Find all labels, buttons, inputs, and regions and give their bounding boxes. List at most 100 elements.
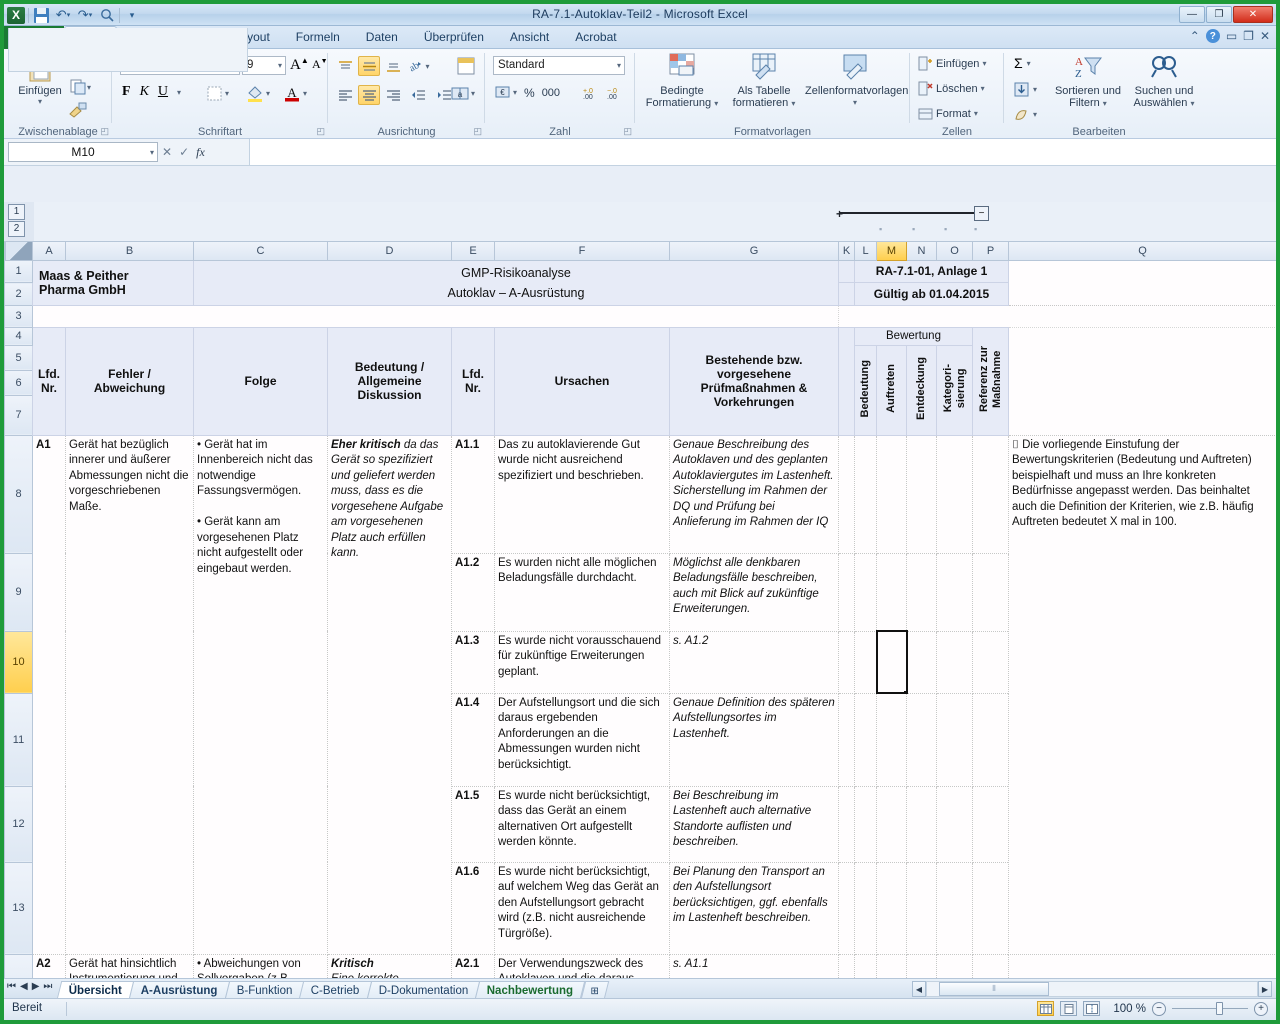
- align-top-icon[interactable]: [334, 56, 356, 76]
- cell-row3b[interactable]: [839, 305, 1277, 327]
- cell-A2-bedeutung[interactable]: Kritisch Eine korrekte Instrumentierung …: [328, 954, 452, 978]
- sheet-tab-a-ausruestung[interactable]: A-Ausrüstung: [129, 981, 230, 999]
- cell-A2.1-ursache[interactable]: Der Verwendungszweck des Autoklaven und …: [495, 954, 670, 978]
- cell-header-ursachen[interactable]: Ursachen: [495, 327, 670, 435]
- restore-window-icon[interactable]: ❐: [1243, 29, 1254, 43]
- column-header-O[interactable]: O: [937, 242, 973, 260]
- shrink-font-icon[interactable]: A▼: [312, 57, 328, 72]
- cell-M11[interactable]: [877, 693, 907, 786]
- cell-A1.3-ursache[interactable]: Es wurde nicht vorausschauend für zukünf…: [495, 631, 670, 693]
- tab-formeln[interactable]: Formeln: [283, 26, 353, 49]
- cell-N13[interactable]: [907, 862, 937, 954]
- cell-P12[interactable]: [973, 786, 1009, 862]
- minimize-ribbon-icon[interactable]: ⌃: [1190, 29, 1200, 43]
- number-format-combo[interactable]: Standard: [493, 56, 625, 75]
- cell-K14[interactable]: [839, 954, 855, 978]
- align-left-icon[interactable]: [334, 85, 356, 105]
- cell-A1.6-ursache[interactable]: Es wurde nicht berücksichtigt, auf welch…: [495, 862, 670, 954]
- column-header-C[interactable]: C: [194, 242, 328, 260]
- column-header-P[interactable]: P: [973, 242, 1009, 260]
- scroll-thumb[interactable]: ⦀: [939, 982, 1049, 996]
- row-header-1[interactable]: 1: [5, 260, 33, 283]
- prev-sheet-icon[interactable]: ◀: [20, 981, 28, 992]
- cell-N8[interactable]: [907, 435, 937, 553]
- row-header-next[interactable]: [5, 954, 33, 978]
- cell-styles-button[interactable]: Zellenformatvorlagen ▾: [805, 53, 905, 109]
- borders-icon[interactable]: ▾: [207, 86, 229, 101]
- cell-Q-header[interactable]: [1009, 327, 1277, 435]
- cell-P11[interactable]: [973, 693, 1009, 786]
- italic-button[interactable]: K: [140, 84, 149, 100]
- cell-A1.1-nr[interactable]: A1.1: [452, 435, 495, 553]
- cell-header-auftreten[interactable]: Auftreten: [877, 345, 907, 435]
- cell-A1.6-massnahme[interactable]: Bei Planung den Transport an den Aufstel…: [670, 862, 839, 954]
- column-header-E[interactable]: E: [452, 242, 495, 260]
- cell-L11[interactable]: [855, 693, 877, 786]
- page-layout-view-icon[interactable]: [1060, 1001, 1077, 1016]
- outline-level-buttons[interactable]: 1 2: [8, 204, 30, 238]
- cell-Q-note[interactable]: ⌷ Die vorliegende Einstufung der Bewertu…: [1009, 435, 1277, 954]
- cell-header-referenz[interactable]: Referenz zurMaßnahme: [973, 327, 1009, 435]
- cell-A2-folge[interactable]: • Abweichungen von Sollvorgaben (z.B. Te…: [194, 954, 328, 978]
- autosum-icon[interactable]: Σ▾: [1014, 55, 1031, 71]
- cell-N12[interactable]: [907, 786, 937, 862]
- font-color-icon[interactable]: A ▾: [284, 84, 307, 102]
- column-header-G[interactable]: G: [670, 242, 839, 260]
- number-dialog-launcher[interactable]: ◰: [623, 126, 632, 137]
- wrap-text-icon[interactable]: [453, 54, 479, 78]
- cell-O12[interactable]: [937, 786, 973, 862]
- sheet-nav-buttons[interactable]: ⏮ ◀ ▶ ⏭: [7, 981, 52, 992]
- outline-level-1[interactable]: 1: [8, 204, 25, 220]
- zoom-slider-thumb[interactable]: [1216, 1002, 1223, 1015]
- grow-font-icon[interactable]: A▲: [290, 56, 309, 74]
- cell-A1.4-massnahme[interactable]: Genaue Definition des späteren Aufstellu…: [670, 693, 839, 786]
- name-box-dropdown-icon[interactable]: ▾: [150, 143, 154, 162]
- close-workbook-icon[interactable]: ✕: [1260, 29, 1270, 43]
- cell-K13[interactable]: [839, 862, 855, 954]
- cell-A1.2-ursache[interactable]: Es wurden nicht alle möglichen Beladungs…: [495, 553, 670, 631]
- cell-Q1[interactable]: [1009, 260, 1277, 305]
- cell-A1.2-massnahme[interactable]: Möglichst alle denkbaren Beladungsfälle …: [670, 553, 839, 631]
- currency-icon[interactable]: € ▾: [495, 85, 517, 100]
- cell-O11[interactable]: [937, 693, 973, 786]
- cell-M12[interactable]: [877, 786, 907, 862]
- decrease-indent-icon[interactable]: [406, 85, 430, 105]
- cell-A1-folge[interactable]: • Gerät hat im Innenbereich nicht das no…: [194, 435, 328, 954]
- cell-header-entdeckung[interactable]: Entdeckung: [907, 345, 937, 435]
- cell-P14[interactable]: [973, 954, 1009, 978]
- cell-A1.4-ursache[interactable]: Der Aufstellungsort und die sich daraus …: [495, 693, 670, 786]
- cell-P9[interactable]: [973, 553, 1009, 631]
- cell-header-fehler[interactable]: Fehler / Abweichung: [66, 327, 194, 435]
- font-dialog-launcher[interactable]: ◰: [316, 126, 325, 137]
- cell-A1.6-nr[interactable]: A1.6: [452, 862, 495, 954]
- horizontal-scrollbar[interactable]: ◀ ⦀ ▶: [912, 981, 1272, 997]
- sheet-tab-b-funktion[interactable]: B-Funktion: [224, 981, 304, 999]
- cell-O10[interactable]: [937, 631, 973, 693]
- cell-header-bedeutung[interactable]: Bedeutung / Allgemeine Diskussion: [328, 327, 452, 435]
- sheet-tab-c-betrieb[interactable]: C-Betrieb: [299, 981, 372, 999]
- cell-P8[interactable]: [973, 435, 1009, 553]
- cell-Q14[interactable]: [1009, 954, 1277, 978]
- cell-M14[interactable]: [877, 954, 907, 978]
- cell-L13[interactable]: [855, 862, 877, 954]
- cell-K10[interactable]: [839, 631, 855, 693]
- align-middle-icon[interactable]: [358, 56, 380, 76]
- cell-header-lfd-nr-2[interactable]: Lfd. Nr.: [452, 327, 495, 435]
- cell-M8[interactable]: [877, 435, 907, 553]
- cell-N10[interactable]: [907, 631, 937, 693]
- column-header-A[interactable]: A: [33, 242, 66, 260]
- cell-A1.4-nr[interactable]: A1.4: [452, 693, 495, 786]
- row-header-13[interactable]: 13: [5, 862, 33, 954]
- sort-filter-button[interactable]: A Z Sortieren und Filtern ▾: [1052, 53, 1124, 110]
- cell-M13[interactable]: [877, 862, 907, 954]
- alignment-dialog-launcher[interactable]: ◰: [473, 126, 482, 137]
- underline-dropdown-icon[interactable]: ▾: [177, 88, 181, 97]
- cell-M10-selected[interactable]: [877, 631, 907, 693]
- cell-N9[interactable]: [907, 553, 937, 631]
- cell-doc-title[interactable]: GMP-Risikoanalyse Autoklav – A-Ausrüstun…: [194, 260, 839, 305]
- minimize-button[interactable]: —: [1179, 6, 1205, 23]
- cell-K2[interactable]: [839, 283, 855, 306]
- cell-header-pruefmassnahmen[interactable]: Bestehende bzw. vorgesehene Prüfmaßnahme…: [670, 327, 839, 435]
- thousands-button[interactable]: 000: [542, 87, 560, 99]
- cell-N11[interactable]: [907, 693, 937, 786]
